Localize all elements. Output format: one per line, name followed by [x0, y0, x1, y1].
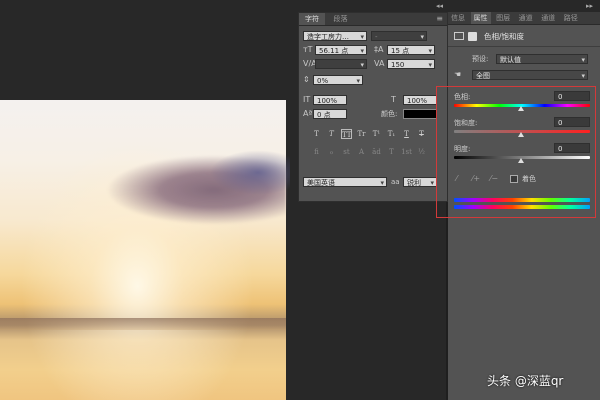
properties-panel-tabbar: 信息 属性 图层 通道 通道 路径	[448, 12, 600, 25]
text-color-swatch[interactable]	[403, 109, 437, 119]
leading-field[interactable]: 15 点	[387, 45, 435, 56]
subscript-button[interactable]: T₁	[386, 129, 397, 139]
strikethrough-button[interactable]: T	[416, 129, 427, 139]
horizontal-scale-value: 100%	[407, 97, 428, 105]
baseline-shift-field[interactable]: 0 点	[313, 109, 347, 119]
leading-value: 15 点	[391, 47, 410, 55]
panel-menu-icon[interactable]: ≡	[436, 13, 443, 25]
tab-paths[interactable]: 路径	[561, 12, 581, 24]
layer-mask-icon[interactable]	[468, 32, 477, 41]
language-value: 美国英语	[307, 179, 335, 187]
discretionary-ligature-button[interactable]: st	[341, 147, 352, 157]
swash-button[interactable]: A	[356, 147, 367, 157]
baseline-shift-value: 0 点	[317, 111, 331, 119]
canvas-horizon	[0, 318, 286, 330]
tracking-field[interactable]: 150	[387, 59, 435, 70]
baseline-pct-icon: ⇕	[303, 75, 310, 84]
color-label: 颜色:	[381, 110, 398, 118]
antialias-label: aa	[391, 178, 400, 186]
leading-icon: ‡A	[374, 45, 384, 54]
tracking-icon: VA	[374, 59, 385, 68]
properties-divider	[448, 46, 600, 47]
all-caps-button[interactable]: TT	[341, 129, 352, 139]
tab-character[interactable]: 字符	[299, 13, 325, 25]
baseline-pct-field[interactable]: 0%	[313, 75, 363, 86]
channel-select[interactable]: 全图	[472, 70, 588, 81]
preset-label: 预设:	[472, 55, 489, 63]
titling-button[interactable]: T	[386, 147, 397, 157]
underline-button[interactable]: T	[401, 129, 412, 139]
tab-paragraph[interactable]: 段落	[328, 13, 354, 25]
font-family-value: 造字工房力…	[307, 33, 349, 41]
language-select[interactable]: 美国英语	[303, 177, 387, 188]
highlight-box	[436, 86, 596, 218]
collapse-right-icon[interactable]: ▸▸	[586, 2, 593, 10]
tab-info[interactable]: 信息	[448, 12, 468, 24]
kerning-field[interactable]	[315, 59, 367, 70]
channel-value: 全图	[476, 72, 490, 80]
fractions-button[interactable]: ½	[416, 147, 427, 157]
watermark: 头条 @深蓝qr	[487, 374, 564, 388]
preset-value: 默认值	[500, 56, 521, 64]
vertical-scale-field[interactable]: 100%	[313, 95, 347, 105]
vertical-scale-icon: IT	[303, 95, 311, 104]
hand-targeted-adjustment-icon[interactable]: ☚	[454, 70, 461, 80]
vertical-scale-value: 100%	[317, 97, 338, 105]
tab-properties[interactable]: 属性	[470, 12, 491, 24]
alternate-button[interactable]: ℴ	[326, 147, 337, 157]
ligature-button[interactable]: fi	[311, 147, 322, 157]
baseline-shift-icon: Aª	[303, 109, 313, 118]
antialias-value: 锐利	[407, 179, 421, 187]
font-style-select[interactable]: -	[371, 31, 427, 42]
horizontal-scale-icon: T	[391, 95, 396, 104]
ordinals-button[interactable]: 1st	[401, 147, 412, 157]
character-panel: 字符 段落 ≡ 造字工房力… - ᴛT 56.11 点 ‡A 15 点 V/A …	[298, 12, 448, 202]
faux-bold-button[interactable]: T	[311, 129, 322, 139]
superscript-button[interactable]: T¹	[371, 129, 382, 139]
font-style-value: -	[375, 33, 378, 41]
baseline-pct-value: 0%	[317, 77, 329, 85]
font-family-select[interactable]: 造字工房力…	[303, 31, 367, 42]
character-panel-tabbar: 字符 段落 ≡	[299, 13, 447, 26]
font-size-icon: ᴛT	[303, 45, 313, 54]
tracking-value: 150	[391, 61, 405, 69]
small-caps-button[interactable]: Tr	[356, 129, 367, 139]
faux-italic-button[interactable]: T	[326, 129, 337, 139]
stylistic-alternates-button[interactable]: ād	[371, 147, 382, 157]
tab-channels-a[interactable]: 通道	[516, 12, 536, 24]
tab-layers[interactable]: 图层	[493, 12, 513, 24]
canvas-cloud-shadow	[210, 150, 290, 195]
canvas-image[interactable]	[0, 100, 286, 400]
font-size-field[interactable]: 56.11 点	[315, 45, 367, 56]
adjustment-title: 色相/饱和度	[484, 32, 525, 41]
collapse-icon[interactable]: ◂◂	[436, 2, 443, 10]
preset-select[interactable]: 默认值	[496, 54, 588, 65]
tab-channels-b[interactable]: 通道	[538, 12, 558, 24]
antialias-select[interactable]: 锐利	[403, 177, 437, 188]
adjustment-layer-icon	[454, 32, 464, 40]
font-size-value: 56.11 点	[319, 47, 349, 55]
horizontal-scale-field[interactable]: 100%	[403, 95, 437, 105]
